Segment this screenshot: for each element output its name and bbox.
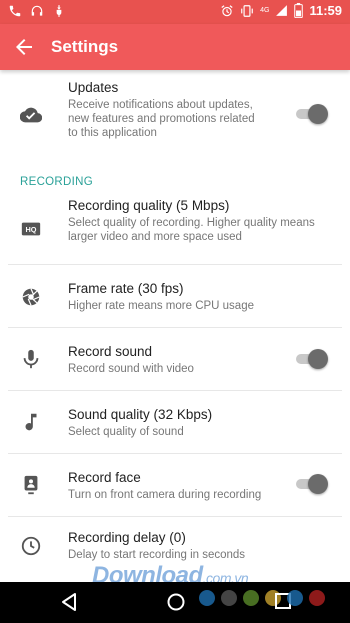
subtitle-line: larger video and more space used — [68, 231, 242, 243]
setting-title: Record sound — [68, 344, 153, 359]
music-note-icon — [25, 413, 37, 431]
setting-sound-quality[interactable]: Sound quality (32 Kbps) Select quality o… — [0, 391, 350, 453]
back-triangle-icon[interactable] — [60, 592, 78, 612]
settings-list: Updates Receive notifications about upda… — [0, 70, 350, 582]
setting-record-sound-text: Record sound Record sound with video — [68, 344, 194, 376]
headset-icon — [31, 5, 43, 16]
vibrate-icon — [241, 4, 253, 17]
record-face-toggle[interactable] — [294, 474, 328, 494]
subtitle-line: to this application — [68, 127, 157, 139]
setting-updates-text: Updates Receive notifications about upda… — [68, 80, 255, 140]
setting-updates[interactable]: Updates Receive notifications about upda… — [0, 80, 350, 156]
phone-icon — [9, 5, 21, 17]
updates-toggle[interactable] — [294, 104, 328, 124]
setting-recording-quality-text: Recording quality (5 Mbps) Select qualit… — [68, 198, 315, 244]
setting-title: Sound quality (32 Kbps) — [68, 407, 213, 422]
alarm-icon — [221, 4, 233, 16]
setting-title: Updates — [68, 80, 119, 95]
record-sound-toggle[interactable] — [294, 349, 328, 369]
setting-subtitle: Select quality of recording. Higher qual… — [68, 216, 315, 244]
setting-subtitle: Select quality of sound — [68, 426, 184, 438]
toggle-thumb — [308, 474, 328, 494]
subtitle-line: Select quality of recording. Higher qual… — [68, 217, 315, 229]
setting-title: Record face — [68, 470, 141, 485]
aperture-icon — [22, 288, 40, 306]
usb-icon — [56, 5, 62, 17]
home-circle-icon[interactable] — [166, 592, 186, 612]
setting-subtitle: Delay to start recording in seconds — [68, 549, 246, 561]
back-button[interactable] — [12, 35, 36, 59]
svg-text:HQ: HQ — [26, 225, 37, 234]
watermark-dot — [221, 590, 237, 606]
setting-subtitle: Record sound with video — [68, 363, 194, 375]
toggle-thumb — [308, 349, 328, 369]
signal-icon — [276, 5, 288, 16]
subtitle-line: new features and promotions related — [68, 113, 255, 125]
toggle-thumb — [308, 104, 328, 124]
app-bar: Settings — [0, 24, 350, 70]
battery-icon — [294, 3, 304, 18]
section-header-recording: RECORDING — [20, 176, 93, 188]
setting-subtitle: Receive notifications about updates, new… — [68, 98, 255, 140]
setting-record-sound[interactable]: Record sound Record sound with video — [0, 328, 350, 390]
arrow-back-icon — [16, 39, 32, 55]
setting-recording-quality[interactable]: HQ Recording quality (5 Mbps) Select qua… — [0, 198, 350, 264]
watermark-dot — [309, 590, 325, 606]
front-camera-icon — [24, 475, 38, 495]
status-bar-time: 11:59 — [309, 3, 342, 18]
setting-frame-rate[interactable]: Frame rate (30 fps) Higher rate means mo… — [0, 265, 350, 327]
subtitle-line: Receive notifications about updates, — [68, 99, 253, 111]
clock-icon — [21, 536, 41, 556]
hq-icon: HQ — [21, 222, 41, 236]
watermark-dot — [243, 590, 259, 606]
status-bar-right-icons: 4G 11:59 — [220, 3, 342, 18]
setting-title: Recording delay (0) — [68, 530, 186, 545]
status-bar-left-icons — [8, 4, 66, 18]
page-title: Settings — [51, 37, 119, 56]
mic-icon — [23, 349, 39, 369]
watermark-dot — [199, 590, 215, 606]
setting-recording-delay-text: Recording delay (0) Delay to start recor… — [68, 530, 245, 562]
setting-subtitle: Turn on front camera during recording — [68, 489, 262, 501]
cloud-check-icon — [20, 107, 42, 123]
network-type-badge: 4G — [260, 7, 270, 14]
setting-sound-quality-text: Sound quality (32 Kbps) Select quality o… — [68, 407, 212, 439]
setting-record-face[interactable]: Record face Turn on front camera during … — [0, 454, 350, 516]
setting-frame-rate-text: Frame rate (30 fps) Higher rate means mo… — [68, 281, 254, 313]
setting-record-face-text: Record face Turn on front camera during … — [68, 470, 261, 502]
navigation-bar — [0, 582, 350, 623]
status-bar: 4G 11:59 — [0, 0, 350, 24]
watermark-dot — [287, 590, 303, 606]
setting-title: Recording quality (5 Mbps) — [68, 198, 230, 213]
setting-subtitle: Higher rate means more CPU usage — [68, 300, 254, 312]
setting-title: Frame rate (30 fps) — [68, 281, 184, 296]
